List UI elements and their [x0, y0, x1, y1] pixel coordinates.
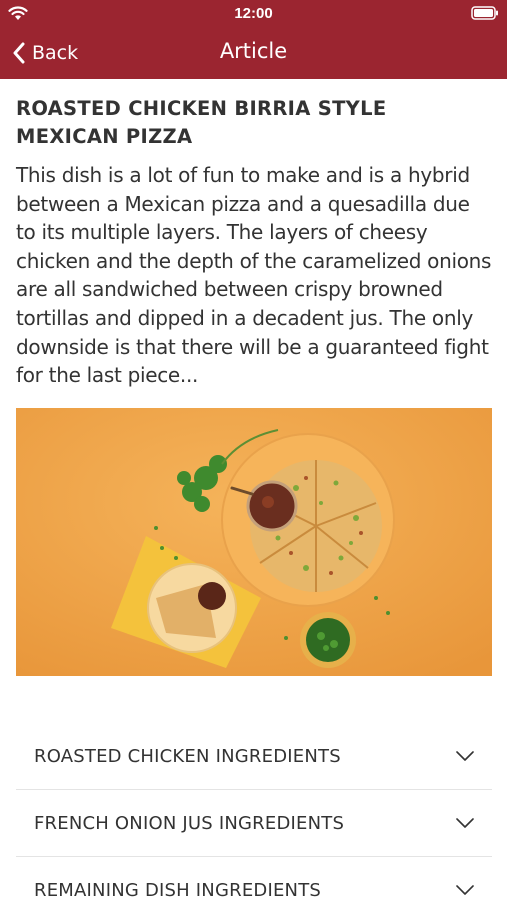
battery-icon: [471, 6, 498, 20]
article-title: ROASTED CHICKEN BIRRIA STYLE MEXICAN PIZ…: [16, 97, 387, 148]
nav-bar: 12:00 Back Article: [0, 0, 507, 79]
chevron-down-icon: [456, 751, 474, 761]
section-remaining-dish-ingredients[interactable]: REMAINING DISH INGREDIENTS: [16, 857, 492, 900]
ingredients-accordion: ROASTED CHICKEN INGREDIENTS FRENCH ONION…: [16, 723, 492, 900]
chevron-down-icon: [456, 885, 474, 895]
article-content: ROASTED CHICKEN BIRRIA STYLE MEXICAN PIZ…: [16, 79, 492, 676]
article-body: This dish is a lot of fun to make and is…: [16, 163, 492, 388]
section-label: FRENCH ONION JUS INGREDIENTS: [34, 812, 345, 834]
section-label: REMAINING DISH INGREDIENTS: [34, 879, 322, 900]
section-roasted-chicken-ingredients[interactable]: ROASTED CHICKEN INGREDIENTS: [16, 723, 492, 790]
recipe-photo: [16, 407, 492, 676]
chevron-down-icon: [456, 818, 474, 828]
page-title: Article: [219, 39, 288, 63]
section-french-onion-jus-ingredients[interactable]: FRENCH ONION JUS INGREDIENTS: [16, 790, 492, 857]
section-label: ROASTED CHICKEN INGREDIENTS: [34, 745, 341, 767]
status-time: 12:00: [234, 5, 273, 22]
